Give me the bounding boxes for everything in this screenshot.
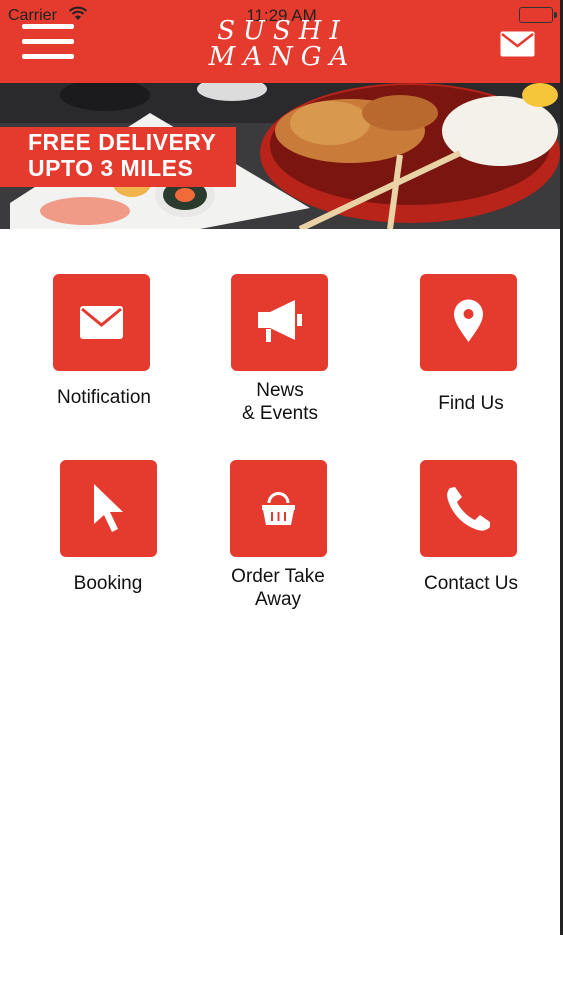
notification-tile-box[interactable] (53, 274, 150, 371)
promo-line-2: UPTO 3 MILES (28, 155, 194, 181)
app-screen: Carrier 11:29 AM SUSHI MANGA FREE DELIVE… (0, 0, 563, 1000)
app-header: Carrier 11:29 AM SUSHI MANGA (0, 0, 560, 83)
news-events-tile-box[interactable] (231, 274, 328, 371)
menu-label-find-us: Find Us (438, 393, 504, 414)
menu-label-news-events: News & Events (241, 380, 319, 424)
menu-label-notification: Notification (57, 387, 151, 408)
phone-icon (447, 487, 490, 531)
contact-us-tile-box[interactable] (420, 460, 517, 557)
map-pin-icon (454, 299, 483, 342)
shopping-basket-icon (262, 492, 295, 525)
app-logo: SUSHI MANGA (0, 18, 505, 70)
find-us-tile-box[interactable] (420, 274, 517, 371)
promo-line-1: FREE DELIVERY (28, 129, 217, 155)
megaphone-icon (258, 300, 302, 342)
menu-label-contact-us: Contact Us (424, 573, 518, 594)
pointer-icon (94, 484, 123, 532)
envelope-icon[interactable] (500, 31, 535, 57)
envelope-icon (80, 306, 123, 339)
menu-label-order-take-away: Order Take Away (231, 566, 325, 610)
logo-line-2: MANGA (208, 42, 357, 72)
menu-label-booking: Booking (73, 573, 143, 594)
order-take-away-tile-box[interactable] (230, 460, 327, 557)
booking-tile-box[interactable] (60, 460, 157, 557)
logo-line-1: SUSHI (217, 16, 348, 46)
battery-icon (519, 7, 557, 23)
